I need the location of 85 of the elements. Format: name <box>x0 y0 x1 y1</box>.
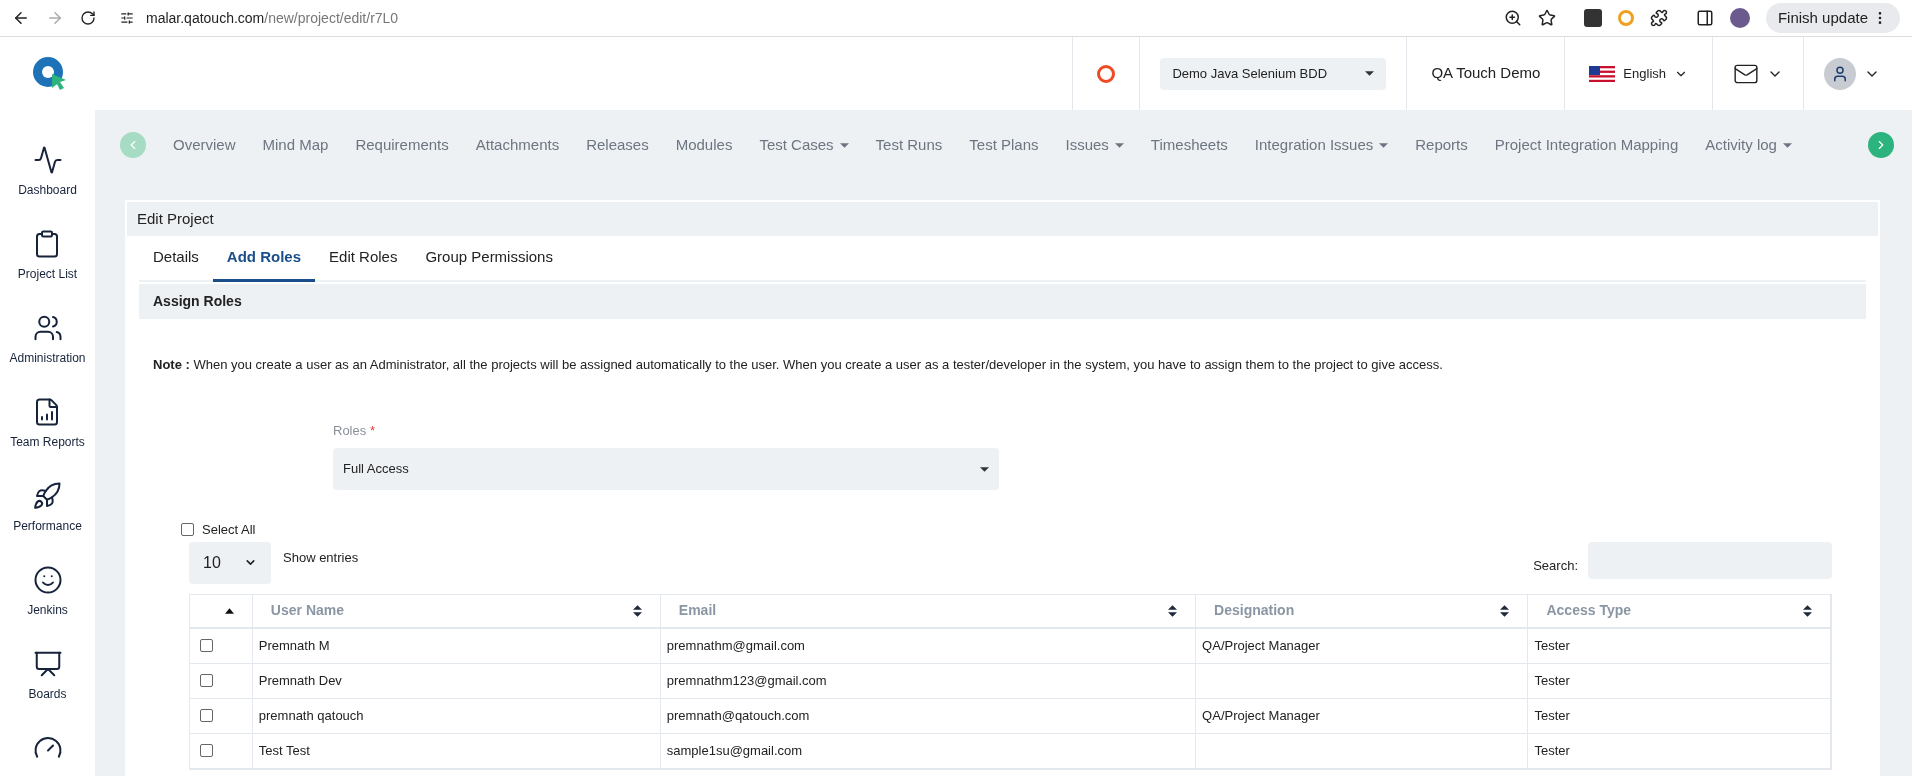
nav-item[interactable]: Modules <box>675 133 733 157</box>
nav-item[interactable]: Test Plans <box>969 133 1039 157</box>
sidebar-icon[interactable] <box>32 649 63 679</box>
sidebar-item[interactable]: Performance <box>13 517 82 535</box>
checkbox[interactable] <box>200 674 213 687</box>
project-select[interactable]: Demo Java Selenium BDD <box>1160 57 1387 90</box>
checkbox[interactable] <box>200 744 213 757</box>
checkbox[interactable] <box>200 709 213 722</box>
table-cell-text: Tester <box>1534 741 1570 760</box>
column-header[interactable]: Designation <box>1196 594 1529 627</box>
table-cell-text: QA/Project Manager <box>1202 706 1320 725</box>
side-panel-icon[interactable] <box>1695 9 1714 27</box>
sidebar-item[interactable]: Jenkins <box>27 601 68 619</box>
tab[interactable]: Details <box>139 236 213 282</box>
sidebar-item[interactable]: Dashboard <box>18 181 77 199</box>
extension-icon[interactable] <box>1583 9 1602 27</box>
flag-icon <box>1589 65 1616 82</box>
profile-avatar[interactable] <box>1729 8 1750 28</box>
sidebar-item[interactable]: Team Reports <box>10 433 85 451</box>
caret-icon[interactable] <box>1782 142 1792 148</box>
column-header[interactable]: User Name <box>252 594 661 627</box>
sidebar-icon[interactable] <box>32 313 63 343</box>
table-cell-text: Premnath Dev <box>258 671 342 690</box>
checkbox[interactable] <box>181 523 194 537</box>
nav-item[interactable]: Attachments <box>475 133 560 157</box>
bookmark-star-icon[interactable] <box>1537 9 1556 27</box>
nav-item[interactable]: Releases <box>586 133 649 157</box>
nav-item[interactable]: Integration Issues <box>1254 133 1374 157</box>
nav-item[interactable]: Activity log <box>1705 133 1777 157</box>
table-cell-text: premnathm@gmail.com <box>666 636 805 655</box>
caret-icon[interactable] <box>1379 142 1389 148</box>
roles-select[interactable]: Full Access <box>333 448 999 490</box>
table-cell-text: Tester <box>1534 671 1570 690</box>
checkbox[interactable] <box>200 639 213 652</box>
column-header[interactable]: Access Type <box>1528 594 1831 627</box>
caret-icon[interactable] <box>839 142 849 148</box>
page-length-select[interactable]: 10 <box>189 541 271 584</box>
nav-item[interactable]: Requirements <box>355 133 449 157</box>
panel-title: Edit Project <box>137 208 214 229</box>
reload-icon[interactable] <box>80 10 96 26</box>
address-bar-url[interactable]: malar.qatouch.com/new/project/edit/r7L0 <box>146 7 399 29</box>
nav-item[interactable]: Reports <box>1415 133 1468 157</box>
sidebar-item[interactable]: Project List <box>17 265 78 283</box>
table-cell-text: Test Test <box>258 741 310 760</box>
sidebar-icon[interactable] <box>32 145 63 175</box>
caret-icon <box>1365 71 1375 76</box>
nav-item[interactable]: Test Runs <box>875 133 943 157</box>
user-avatar[interactable] <box>1824 57 1856 90</box>
sidebar-icon[interactable] <box>32 481 63 511</box>
show-entries-label: Show entries <box>283 548 359 567</box>
table-cell-text: QA/Project Manager <box>1202 636 1320 655</box>
sidebar-item[interactable]: Boards <box>28 685 67 703</box>
table-cell-text: Tester <box>1534 706 1570 725</box>
zoom-icon[interactable] <box>1503 9 1522 27</box>
nav-item[interactable]: Test Cases <box>759 133 834 157</box>
nav-item[interactable]: Mind Map <box>262 133 329 157</box>
column-header[interactable]: Email <box>660 594 1197 627</box>
nav-item[interactable]: Project Integration Mapping <box>1494 133 1679 157</box>
table-cell-text: Premnath M <box>258 636 330 655</box>
workspace-name[interactable]: QA Touch Demo <box>1431 62 1541 85</box>
table-cell-text: Tester <box>1534 636 1570 655</box>
section-title: Assign Roles <box>153 292 242 311</box>
extensions-icon[interactable] <box>1649 9 1668 27</box>
table-cell-text: premnathm123@gmail.com <box>666 671 827 690</box>
select-all-label: Select All <box>202 521 256 539</box>
finish-update-button[interactable]: Finish update <box>1765 3 1900 33</box>
caret-icon[interactable] <box>1114 142 1124 148</box>
language-select[interactable]: English <box>1589 63 1688 84</box>
search-label: Search: <box>1533 556 1578 575</box>
tab[interactable]: Edit Roles <box>315 236 412 282</box>
tab[interactable]: Group Permissions <box>411 236 567 282</box>
g2-icon[interactable] <box>1097 64 1116 83</box>
nav-item[interactable]: Issues <box>1065 133 1109 157</box>
table-cell-text: premnath qatouch <box>258 706 364 725</box>
note-text: Note : When you create a user as an Administrator, all the projects will be assigned automatically to the user. When you create a user as a tester/developer in the system, you have to assign them to the project to give access. <box>152 356 1444 374</box>
table-cell-text: sample1su@gmail.com <box>666 741 803 760</box>
nav-item[interactable]: Overview <box>173 133 236 157</box>
table-cell-text: premnath@qatouch.com <box>666 706 810 725</box>
back-icon[interactable] <box>12 9 30 27</box>
nav-item[interactable]: Timesheets <box>1150 133 1228 157</box>
caret-icon <box>980 466 989 472</box>
sidebar-icon[interactable] <box>32 565 63 595</box>
sidebar-item[interactable]: Administration <box>9 349 86 367</box>
roles-label: Roles * <box>333 421 376 440</box>
site-settings-icon[interactable] <box>120 11 134 25</box>
